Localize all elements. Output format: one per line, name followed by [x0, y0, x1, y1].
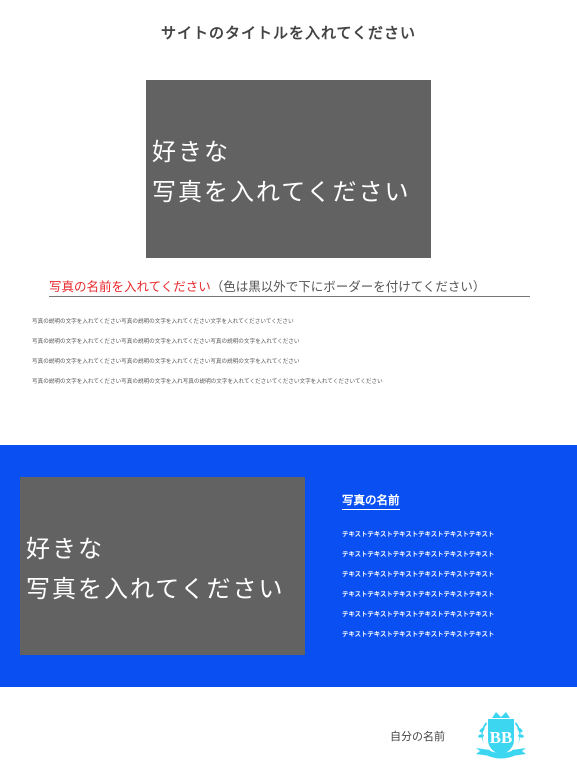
site-title: サイトのタイトルを入れてください: [160, 24, 417, 42]
photo-caption-name: 写真の名前を入れてください: [49, 279, 211, 294]
description-line: 写真の説明の文字を入れてください写真の説明の文字を入れてください文字を入れてくだ…: [32, 319, 294, 325]
logo-monogram: BB: [490, 728, 513, 747]
photo-caption-note: （色は黒以外で下にボーダーを付けてください）: [210, 279, 486, 294]
author-name: 自分の名前: [390, 730, 445, 743]
feature-section: 好きな 写真を入れてください 写真の名前 テキストテキストテキストテキストテキス…: [0, 445, 577, 687]
feature-photo-placeholder: 好きな 写真を入れてください: [20, 477, 305, 655]
feature-text: テキストテキストテキストテキストテキストテキスト テキストテキストテキストテキス…: [342, 524, 562, 644]
feature-text-line: テキストテキストテキストテキストテキストテキスト: [342, 590, 495, 598]
description-line: 写真の説明の文字を入れてください写真の説明の文字を入れ写真の説明の文字を入れてく…: [32, 379, 383, 385]
photo-caption: 写真の名前を入れてください（色は黒以外で下にボーダーを付けてください）: [49, 276, 530, 297]
hero-photo-line-1: 好きな: [152, 138, 230, 166]
feature-text-line: テキストテキストテキストテキストテキストテキスト: [342, 630, 495, 638]
feature-text-line: テキストテキストテキストテキストテキストテキスト: [342, 550, 495, 558]
feature-photo-text: 好きな 写真を入れてください: [26, 529, 285, 609]
hero-photo-line-2: 写真を入れてください: [152, 178, 411, 206]
feature-photo-line-1: 好きな: [26, 535, 104, 563]
hero-photo-text: 好きな 写真を入れてください: [152, 132, 411, 212]
bb-monogram-crest-icon: BB: [470, 710, 532, 762]
feature-title: 写真の名前: [342, 492, 400, 510]
feature-text-line: テキストテキストテキストテキストテキストテキスト: [342, 570, 495, 578]
feature-text-line: テキストテキストテキストテキストテキストテキスト: [342, 530, 495, 538]
description-line: 写真の説明の文字を入れてください写真の説明の文字を入れてください写真の説明の文字…: [32, 359, 300, 365]
feature-text-line: テキストテキストテキストテキストテキストテキスト: [342, 610, 495, 618]
hero-photo-placeholder: 好きな 写真を入れてください: [146, 80, 431, 258]
description-line: 写真の説明の文字を入れてください写真の説明の文字を入れてください写真の説明の文字…: [32, 339, 300, 345]
photo-description: 写真の説明の文字を入れてください写真の説明の文字を入れてください文字を入れてくだ…: [32, 312, 552, 392]
feature-photo-line-2: 写真を入れてください: [26, 575, 285, 603]
